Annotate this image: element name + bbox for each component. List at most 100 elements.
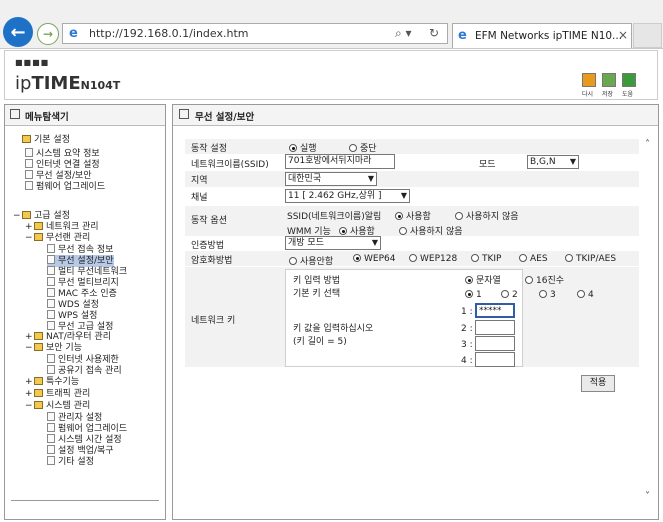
channel-select[interactable]: 11 [ 2.462 GHz,상위 ] ▼	[285, 189, 410, 203]
menu-item-label: 트래픽 관리	[46, 389, 91, 399]
page-icon	[25, 170, 33, 179]
ie-tab-icon: e	[458, 28, 467, 43]
browser-toolbar: ← → e http://192.168.0.1/index.htm ⌕ ▾ ↻…	[0, 0, 663, 49]
menu-item-label: 보안 기능	[46, 343, 82, 353]
ssid-broadcast-use-radio[interactable]: 사용함	[395, 209, 431, 222]
mode-select[interactable]: B,G,N ▼	[527, 155, 579, 169]
menu-item-20[interactable]: + 특수기능	[25, 377, 79, 388]
menu-item-27[interactable]: 기타 설정	[47, 456, 94, 468]
key-3-input[interactable]	[475, 336, 515, 351]
radio-icon	[455, 212, 463, 220]
menu-item-label: 기타 설정	[58, 457, 94, 467]
ssid-broadcast-notuse-radio[interactable]: 사용하지 않음	[455, 209, 519, 222]
logo-time: TIME	[31, 73, 81, 94]
expand-icon[interactable]: +	[25, 222, 33, 233]
forward-button[interactable]: →	[37, 23, 59, 45]
ssid-input[interactable]: 701호방에서뒤지마라	[285, 154, 395, 169]
wireless-settings-panel: 무선 설정/보안 동작 설정 실행 중단 네트워크이름(SSID) 701호방에…	[172, 104, 659, 520]
menu-item-6[interactable]: + 네트워크 관리	[25, 222, 99, 233]
menu-item-label: 관리자 설정	[58, 413, 103, 423]
menu-item-4[interactable]: 펌웨어 업그레이드	[25, 181, 105, 193]
search-dropdown-icon[interactable]: ⌕ ▾	[395, 26, 412, 41]
enc-wep128-radio[interactable]: WEP128	[409, 254, 457, 264]
menu-item-label: 인터넷 사용제한	[58, 355, 119, 365]
scroll-down-icon[interactable]: ˅	[645, 491, 650, 502]
default-key-2-radio[interactable]: 2	[501, 290, 518, 300]
menu-item-16[interactable]: + NAT/라우터 관리	[25, 332, 111, 343]
close-tab-icon[interactable]: ×	[618, 28, 628, 42]
menu-item-label: 시스템 시간 설정	[58, 435, 122, 445]
default-key-4-radio[interactable]: 4	[577, 290, 594, 300]
radio-icon	[565, 254, 573, 262]
menu-item-17[interactable]: − 보안 기능	[25, 343, 82, 354]
operation-on-radio[interactable]: 실행	[289, 141, 317, 154]
radio-icon	[289, 144, 297, 152]
collapse-icon[interactable]: −	[13, 211, 21, 222]
menu-explorer-header: 메뉴탐색기	[5, 105, 165, 126]
menu-item-label: 무선 멀티브리지	[58, 278, 119, 288]
back-button[interactable]: ←	[3, 17, 33, 47]
save-icon[interactable]	[602, 73, 616, 87]
menu-item-7[interactable]: − 무선랜 관리	[25, 233, 90, 244]
menu-item-label: 기본 설정	[34, 135, 70, 145]
scroll-up-icon[interactable]: ˄	[645, 139, 650, 150]
menu-item-label: 펌웨어 업그레이드	[58, 424, 128, 434]
radio-icon	[525, 276, 533, 284]
refresh-icon[interactable]: ↻	[429, 26, 439, 40]
collapse-icon[interactable]: −	[25, 343, 33, 354]
menu-item-22[interactable]: − 시스템 관리	[25, 401, 90, 412]
wmm-notuse-radio[interactable]: 사용하지 않음	[399, 224, 463, 237]
menu-item-label: 공유기 접속 관리	[58, 366, 122, 376]
save-icon-label: 저장	[602, 91, 614, 98]
input-text-radio[interactable]: 문자열	[465, 273, 501, 286]
menu-item-0[interactable]: 기본 설정	[13, 135, 70, 146]
enc-wep64-radio[interactable]: WEP64	[353, 254, 395, 264]
collapse-icon[interactable]: −	[25, 233, 33, 244]
expand-icon[interactable]: +	[25, 389, 33, 400]
logo-ip: ip	[15, 73, 32, 94]
key-4-input[interactable]	[475, 352, 515, 367]
enc-tkip-radio[interactable]: TKIP	[471, 254, 501, 264]
channel-label: 채널	[191, 193, 208, 203]
expand-icon[interactable]: +	[25, 332, 33, 343]
menu-item-5[interactable]: − 고급 설정	[13, 211, 70, 222]
explorer-icon	[10, 109, 20, 119]
ssid-label: 네트워크이름(SSID)	[191, 160, 269, 170]
auth-select[interactable]: 개방 모드 ▼	[285, 236, 381, 250]
key-2-input[interactable]	[475, 320, 515, 335]
enc-none-radio[interactable]: 사용안함	[289, 254, 333, 267]
chevron-down-icon: ▼	[569, 157, 576, 166]
new-tab-button[interactable]	[633, 23, 662, 48]
home-icon[interactable]	[582, 73, 596, 87]
menu-item-label: 설정 백업/복구	[58, 446, 114, 456]
menu-item-label: MAC 주소 인증	[58, 289, 117, 299]
iptime-logo: ipTIMEN104T	[15, 73, 120, 94]
collapse-icon[interactable]: −	[25, 401, 33, 412]
input-hex-radio[interactable]: 16진수	[525, 273, 564, 286]
scrollbar[interactable]: ˄ ˅	[643, 139, 657, 511]
browser-tab[interactable]: e EFM Networks ipTIME N10... ×	[452, 23, 632, 48]
radio-icon	[501, 290, 509, 298]
expand-icon[interactable]: +	[25, 377, 33, 388]
menu-item-label: 무선 접속 정보	[58, 245, 114, 255]
folder-icon	[22, 211, 31, 219]
enc-aes-radio[interactable]: AES	[519, 254, 548, 264]
menu-item-label: WDS 설정	[58, 300, 99, 310]
apply-button[interactable]: 적용	[581, 375, 615, 392]
key-2-index: 2 :	[461, 324, 473, 334]
enc-tkipaes-radio[interactable]: TKIP/AES	[565, 254, 616, 264]
page-icon	[47, 434, 55, 443]
page-icon	[47, 266, 55, 275]
menu-item-21[interactable]: + 트래픽 관리	[25, 389, 90, 400]
key-1-input[interactable]: *****	[475, 303, 515, 318]
menu-item-label: 시스템 관리	[46, 401, 91, 411]
menu-item-label: 무선랜 관리	[46, 233, 91, 243]
help-icon[interactable]	[622, 73, 636, 87]
menu-item-19[interactable]: 공유기 접속 관리	[47, 365, 122, 377]
default-key-1-radio[interactable]: 1	[465, 290, 482, 300]
address-bar[interactable]: e http://192.168.0.1/index.htm ⌕ ▾ ↻	[62, 23, 448, 44]
url-text[interactable]: http://192.168.0.1/index.htm	[89, 27, 248, 40]
default-key-3-radio[interactable]: 3	[539, 290, 556, 300]
operation-off-radio[interactable]: 중단	[349, 141, 377, 154]
region-select[interactable]: 대한민국 ▼	[285, 172, 377, 186]
